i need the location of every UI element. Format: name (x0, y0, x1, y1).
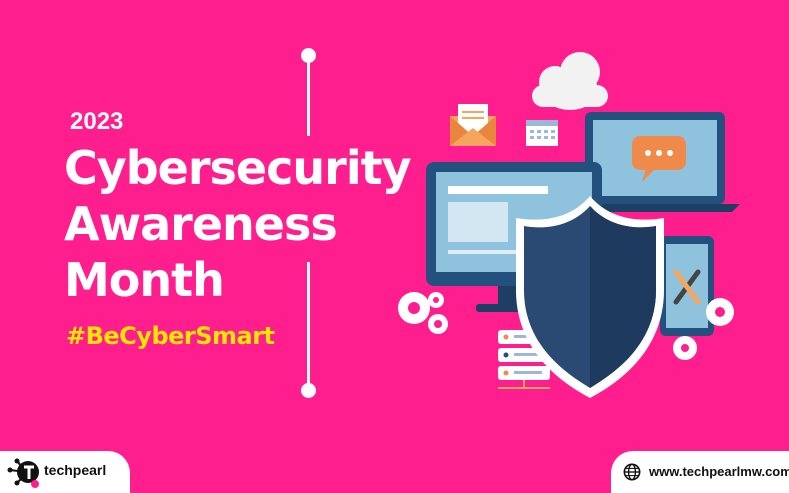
divider-line-top (307, 56, 310, 136)
hashtag: #BeCyberSmart (66, 322, 275, 350)
globe-icon (623, 463, 641, 481)
calendar-icon (526, 120, 558, 146)
divider-line-bottom (307, 262, 310, 390)
title-line-3: Month (64, 253, 225, 307)
website-link[interactable]: www.techpearlmw.com (649, 464, 789, 479)
envelope-icon (450, 104, 496, 146)
brand-logo-box: techpearl (0, 451, 130, 493)
banner-title: Cybersecurity Awareness Month (64, 140, 414, 308)
title-line-1: Cybersecurity (64, 141, 412, 195)
security-illustration (398, 52, 740, 398)
brand-name: techpearl (44, 462, 107, 478)
year-label: 2023 (70, 108, 124, 135)
divider-dot-top (301, 48, 316, 63)
techpearl-logo-icon (7, 458, 39, 488)
cloud-icon (532, 52, 608, 110)
banner: 2023 Cybersecurity Awareness Month #BeCy… (0, 0, 789, 493)
gear-icon (398, 292, 448, 334)
title-line-2: Awareness (64, 197, 338, 251)
divider-dot-bottom (301, 383, 316, 398)
website-box: www.techpearlmw.com (611, 451, 789, 493)
